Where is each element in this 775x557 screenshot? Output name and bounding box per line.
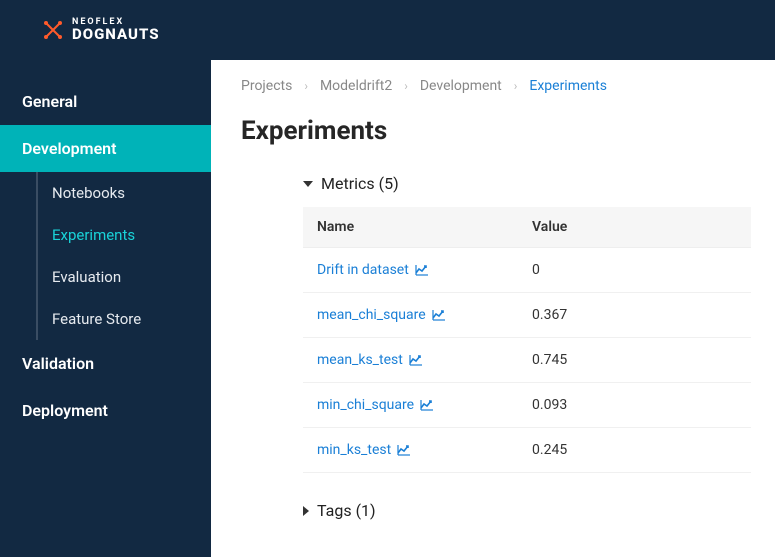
sidebar-sub-evaluation[interactable]: Evaluation [36,256,211,298]
metric-name-text: Drift in dataset [317,262,409,278]
sidebar-item-development[interactable]: Development [0,125,211,172]
metric-link[interactable]: min_chi_square [317,397,434,413]
col-header-name[interactable]: Name [303,207,518,248]
metric-link[interactable]: mean_ks_test [317,352,423,368]
brand-mark-icon [42,19,64,41]
metrics-table: Name Value Drift in dataset0mean_chi_squ… [303,207,751,473]
metric-name-text: min_chi_square [317,397,414,413]
table-row: min_chi_square 0.093 [303,383,751,428]
metric-link[interactable]: Drift in dataset [317,262,429,278]
caret-down-icon [303,181,313,187]
col-header-value[interactable]: Value [518,207,751,248]
table-row: mean_ks_test 0.745 [303,338,751,383]
sidebar-sub-feature-store[interactable]: Feature Store [36,298,211,340]
tags-section: Tags (1) [303,501,751,520]
chart-icon [415,264,429,276]
chevron-right-icon: › [404,79,408,93]
metric-name-text: mean_ks_test [317,352,403,368]
sidebar-sub-label: Evaluation [52,268,121,286]
metric-value: 0.093 [518,383,751,428]
brand-line2: DOGNAUTS [72,27,160,42]
metrics-section: Metrics (5) Name Value Drift in dataset 0… [303,174,751,473]
chevron-right-icon: › [514,79,518,93]
breadcrumb-experiments[interactable]: Experiments [529,78,607,94]
sidebar-sub-label: Notebooks [52,184,125,202]
chevron-right-icon: › [304,79,308,93]
sidebar-item-general[interactable]: General [0,78,211,125]
chart-icon [420,399,434,411]
metrics-header-label: Metrics (5) [321,174,399,193]
tags-header-label: Tags (1) [317,501,376,520]
chart-icon [397,444,411,456]
metric-value: 0.245 [518,428,751,473]
tags-header[interactable]: Tags (1) [303,501,751,520]
breadcrumb-development[interactable]: Development [420,78,502,94]
sidebar-sub-label: Experiments [52,226,135,244]
sidebar-sub-notebooks[interactable]: Notebooks [36,172,211,214]
sidebar-item-deployment[interactable]: Deployment [0,387,211,434]
metric-link[interactable]: min_ks_test [317,442,411,458]
table-row: mean_chi_square 0.367 [303,293,751,338]
breadcrumb-modeldrift2[interactable]: Modeldrift2 [320,78,392,94]
sidebar: General Development Notebooks Experiment… [0,60,211,557]
sidebar-item-validation[interactable]: Validation [0,340,211,387]
brand-logo[interactable]: NEOFLEX DOGNAUTS [42,18,160,42]
topbar: NEOFLEX DOGNAUTS [0,0,775,60]
sidebar-item-label: Deployment [22,401,108,420]
metric-value: 0.745 [518,338,751,383]
metric-name-text: min_ks_test [317,442,391,458]
metric-link[interactable]: mean_chi_square [317,307,446,323]
chart-icon [409,354,423,366]
metric-name-text: mean_chi_square [317,307,426,323]
table-row: min_ks_test 0.245 [303,428,751,473]
metric-value: 0.367 [518,293,751,338]
main-content: Projects › Modeldrift2 › Development › E… [211,60,775,557]
sidebar-sub-experiments[interactable]: Experiments [36,214,211,256]
table-row: Drift in dataset 0 [303,248,751,293]
brand-text: NEOFLEX DOGNAUTS [72,18,160,42]
breadcrumb: Projects › Modeldrift2 › Development › E… [241,78,751,94]
page-title: Experiments [241,116,751,146]
sidebar-item-label: General [22,92,77,111]
sidebar-sub-label: Feature Store [52,310,141,328]
sidebar-item-label: Development [22,139,116,158]
sidebar-item-label: Validation [22,354,94,373]
metrics-header[interactable]: Metrics (5) [303,174,751,193]
chart-icon [432,309,446,321]
caret-right-icon [303,506,309,516]
breadcrumb-projects[interactable]: Projects [241,78,292,94]
metric-value: 0 [518,248,751,293]
